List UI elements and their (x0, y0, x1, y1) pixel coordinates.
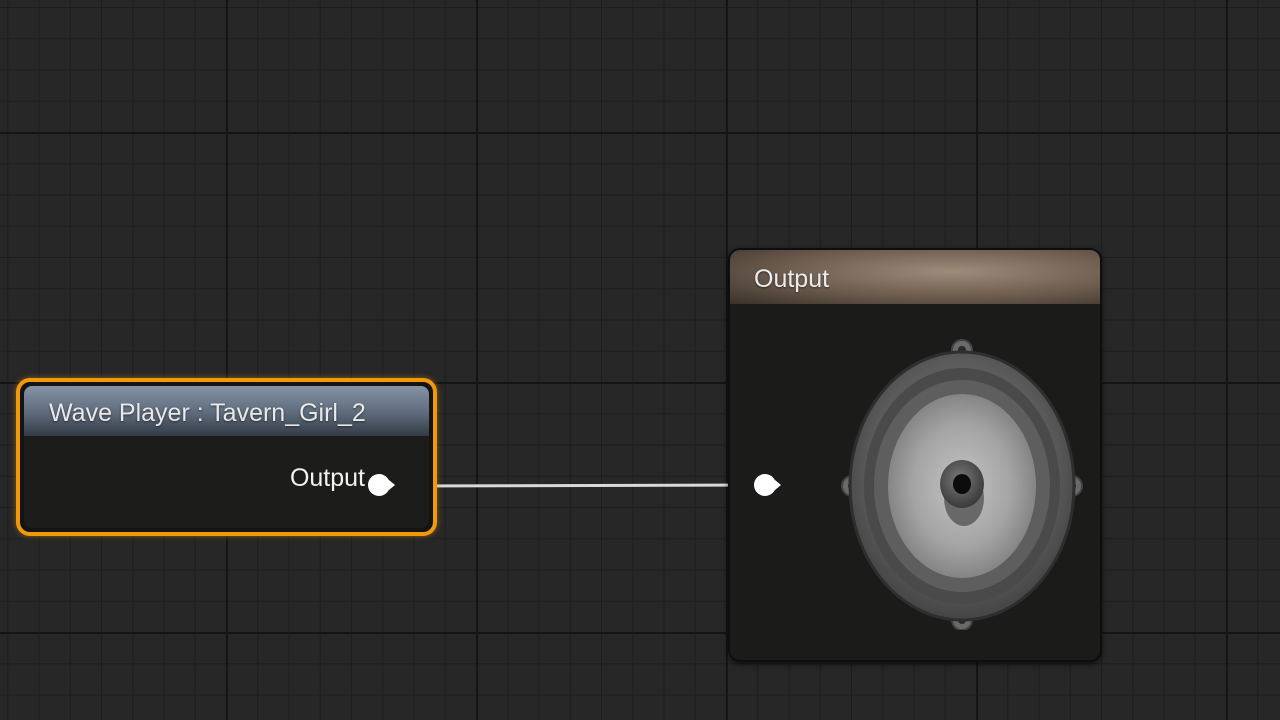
speaker-icon (841, 339, 1083, 630)
output-node-header[interactable]: Output (730, 250, 1100, 304)
output-node-title: Output (754, 265, 830, 293)
wave-player-node[interactable]: Wave Player : Tavern_Girl_2 Output (16, 378, 437, 536)
output-input-pin[interactable] (752, 470, 782, 500)
connection-wire[interactable] (402, 483, 758, 488)
wave-player-output-label: Output (289, 464, 365, 492)
wave-player-node-header[interactable]: Wave Player : Tavern_Girl_2 (24, 386, 429, 436)
wave-player-node-title: Wave Player : Tavern_Girl_2 (49, 399, 366, 427)
wave-player-node-frame: Wave Player : Tavern_Girl_2 Output (24, 386, 429, 528)
wave-player-output-pin[interactable] (366, 470, 396, 500)
